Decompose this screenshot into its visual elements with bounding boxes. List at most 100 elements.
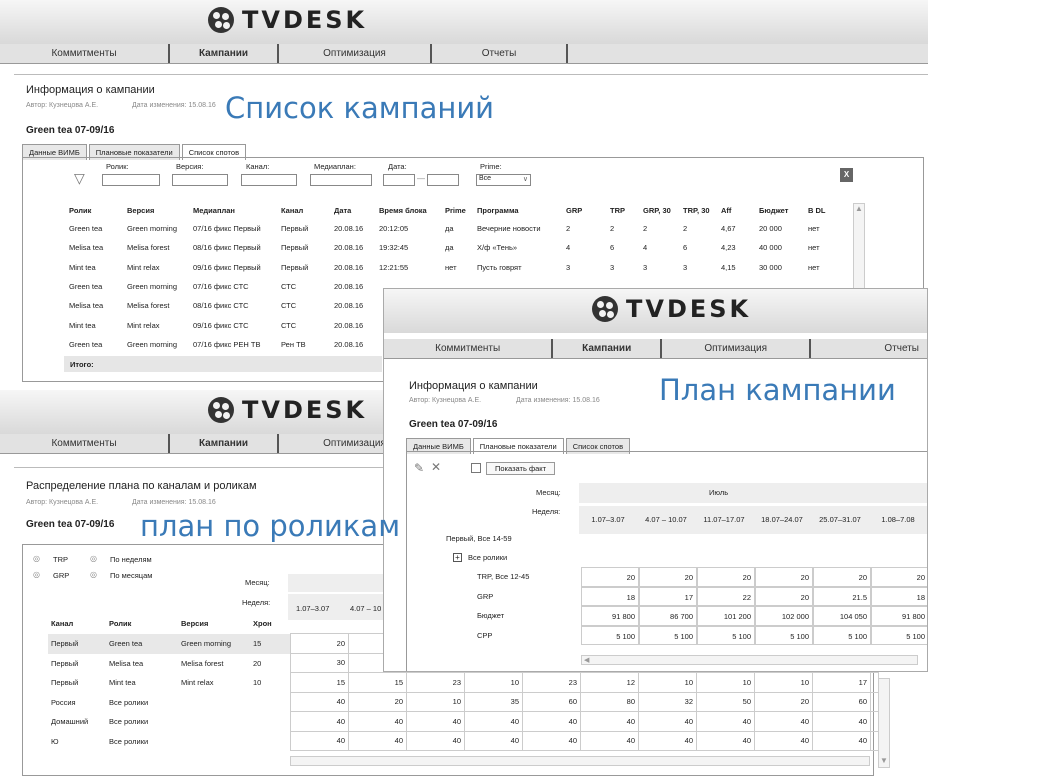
metric-cell[interactable]: 5 100 — [639, 625, 697, 645]
roll-value-cell[interactable]: 17 — [812, 672, 871, 693]
radio-trp[interactable]: ◎ — [33, 554, 40, 563]
roll-value-cell[interactable]: 12 — [580, 672, 639, 693]
metric-cell[interactable]: 5 100 — [581, 625, 639, 645]
roll-value-cell[interactable]: 40 — [290, 711, 349, 732]
excel-export-icon[interactable]: X — [840, 168, 853, 182]
roll-row[interactable]: Россия Все ролики — [48, 693, 290, 713]
metric-cell[interactable]: 20 — [755, 567, 813, 587]
roll-value-cell[interactable]: 60 — [812, 691, 871, 712]
roll-value-cell[interactable]: 10 — [754, 672, 813, 693]
roll-table-hscrollbar[interactable] — [290, 756, 870, 766]
metric-cell[interactable]: 91 800 — [871, 606, 927, 626]
nav-campaigns[interactable]: Кампании — [170, 44, 279, 63]
spot-row[interactable]: Mint tea Mint relax 09/16 фикс Первый Первы… — [66, 258, 837, 277]
metric-cell[interactable]: 5 100 — [871, 625, 927, 645]
roll-value-cell[interactable]: 23 — [522, 672, 581, 693]
roll-value-cell[interactable]: 40 — [406, 711, 465, 732]
metric-cell[interactable]: 22 — [697, 586, 755, 606]
delete-icon[interactable]: ✕ — [431, 460, 441, 474]
metric-cell[interactable]: 91 800 — [581, 606, 639, 626]
roll-value-cell[interactable]: 10 — [406, 691, 465, 712]
roll-row[interactable]: Первый Mint tea Mint relax 10 — [48, 673, 290, 693]
nav-campaigns[interactable]: Кампании — [553, 339, 662, 358]
metric-cell[interactable]: 17 — [639, 586, 697, 606]
roll-row[interactable]: Первый Melisa tea Melisa forest 20 — [48, 654, 290, 674]
metric-cell[interactable]: 5 100 — [755, 625, 813, 645]
roll-row[interactable]: Домашний Все ролики — [48, 712, 290, 732]
filter-prime-select[interactable]: Все ∨ — [476, 174, 531, 186]
nav-commitments[interactable]: Коммитменты — [0, 44, 170, 63]
nav-reports[interactable]: Отчеты — [432, 44, 568, 63]
metric-cell[interactable]: 20 — [639, 567, 697, 587]
roll-value-cell[interactable]: 20 — [290, 633, 349, 654]
roll-value-cell[interactable]: 40 — [290, 691, 349, 712]
roll-value-cell[interactable]: 10 — [696, 672, 755, 693]
roll-value-cell[interactable]: 20 — [348, 691, 407, 712]
filter-rolik-input[interactable] — [102, 174, 160, 186]
nav-optimization[interactable]: Оптимизация — [662, 339, 812, 358]
metric-cell[interactable]: 104 050 — [813, 606, 871, 626]
roll-value-cell[interactable]: 60 — [522, 691, 581, 712]
filter-channel-input[interactable] — [241, 174, 297, 186]
roll-value-cell[interactable]: 40 — [696, 730, 755, 751]
show-fact-button[interactable]: Показать факт — [486, 462, 556, 475]
roll-value-cell[interactable]: 40 — [812, 730, 871, 751]
roll-value-cell[interactable]: 15 — [348, 672, 407, 693]
spot-row[interactable]: Melisa tea Melisa forest 08/16 фикс Первый… — [66, 238, 837, 257]
roll-value-cell[interactable]: 40 — [754, 730, 813, 751]
scroll-left-icon[interactable]: ◀ — [584, 656, 589, 664]
metric-cell[interactable]: 101 200 — [697, 606, 755, 626]
metric-cell[interactable]: 18 — [871, 586, 927, 606]
roll-row[interactable]: Первый Green tea Green morning 15 — [48, 634, 290, 654]
roll-value-cell[interactable]: 40 — [406, 730, 465, 751]
roll-row[interactable]: Ю Все ролики — [48, 732, 290, 752]
nav-reports[interactable]: Отчеты — [811, 339, 927, 358]
roll-value-cell[interactable]: 40 — [580, 730, 639, 751]
roll-value-cell[interactable]: 15 — [290, 672, 349, 693]
metric-cell[interactable]: 20 — [813, 567, 871, 587]
roll-value-cell[interactable]: 32 — [638, 691, 697, 712]
roll-value-cell[interactable]: 40 — [638, 711, 697, 732]
roll-value-cell[interactable]: 40 — [464, 730, 523, 751]
nav-commitments[interactable]: Коммитменты — [384, 339, 554, 358]
nav-campaigns[interactable]: Кампании — [170, 434, 279, 453]
roll-value-cell[interactable]: 40 — [522, 730, 581, 751]
roll-value-cell[interactable]: 30 — [290, 652, 349, 673]
roll-value-cell[interactable]: 40 — [638, 730, 697, 751]
radio-grp[interactable]: ◎ — [33, 570, 40, 579]
roll-value-cell[interactable]: 40 — [348, 730, 407, 751]
radio-months[interactable]: ◎ — [90, 570, 97, 579]
expand-icon[interactable]: + — [453, 553, 462, 562]
filter-icon[interactable]: ▽ — [74, 170, 85, 187]
metric-cell[interactable]: 20 — [581, 567, 639, 587]
roll-value-cell[interactable]: 23 — [406, 672, 465, 693]
metric-cell[interactable]: 102 000 — [755, 606, 813, 626]
show-fact-checkbox[interactable] — [471, 463, 481, 473]
plan-hscrollbar[interactable]: ◀ — [581, 655, 918, 665]
spot-row[interactable]: Green tea Green morning 07/16 фикс Первый П… — [66, 219, 837, 238]
metric-cell[interactable]: 5 100 — [697, 625, 755, 645]
roll-value-cell[interactable]: 40 — [580, 711, 639, 732]
metric-cell[interactable]: 86 700 — [639, 606, 697, 626]
metric-cell[interactable]: 5 100 — [813, 625, 871, 645]
metric-cell[interactable]: 20 — [871, 567, 927, 587]
roll-value-cell[interactable]: 35 — [464, 691, 523, 712]
roll-value-cell[interactable]: 10 — [638, 672, 697, 693]
edit-icon[interactable]: ✎ — [414, 461, 424, 475]
metric-cell[interactable]: 20 — [755, 586, 813, 606]
filter-mediaplan-input[interactable] — [310, 174, 372, 186]
metric-cell[interactable]: 21.5 — [813, 586, 871, 606]
nav-commitments[interactable]: Коммитменты — [0, 434, 170, 453]
roll-value-cell[interactable]: 80 — [580, 691, 639, 712]
roll-value-cell[interactable]: 40 — [696, 711, 755, 732]
metric-cell[interactable]: 18 — [581, 586, 639, 606]
roll-value-cell[interactable]: 40 — [290, 730, 349, 751]
roll-value-cell[interactable]: 40 — [464, 711, 523, 732]
roll-value-cell[interactable]: 40 — [348, 711, 407, 732]
scroll-up-icon[interactable]: ▲ — [854, 204, 864, 213]
roll-table-scrollbar[interactable]: ▼ — [878, 678, 890, 768]
nav-optimization[interactable]: Оптимизация — [279, 44, 432, 63]
roll-value-cell[interactable]: 40 — [812, 711, 871, 732]
metric-cell[interactable]: 20 — [697, 567, 755, 587]
roll-value-cell[interactable]: 40 — [754, 711, 813, 732]
